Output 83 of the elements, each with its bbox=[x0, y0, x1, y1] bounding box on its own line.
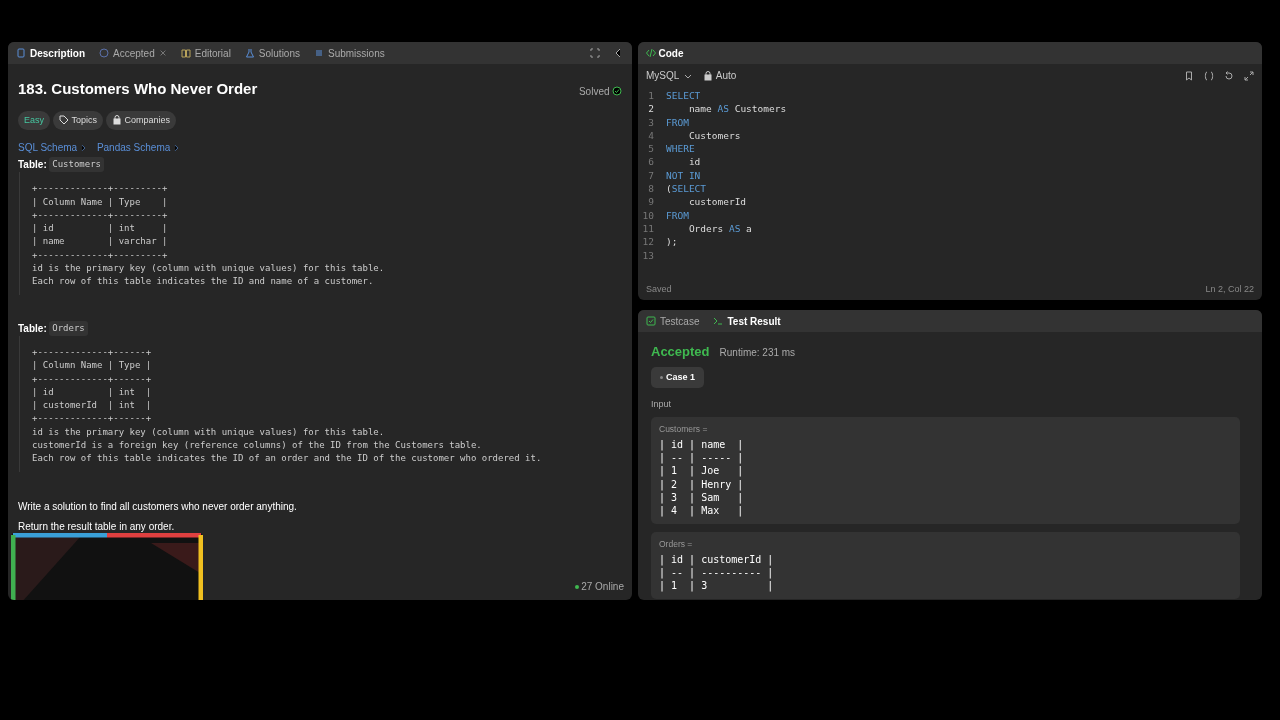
tab[interactable]: Accepted bbox=[99, 45, 167, 61]
line-number: 10 bbox=[641, 208, 655, 222]
code-line: SELECT bbox=[666, 90, 701, 101]
code-line: customerId bbox=[687, 196, 747, 208]
code-line: FROM bbox=[666, 116, 689, 128]
chevron-icon bbox=[79, 143, 87, 154]
line-number: 12 bbox=[641, 235, 655, 249]
checkbox-icon bbox=[646, 316, 656, 326]
code-line: (SELECT bbox=[666, 183, 707, 195]
description-text: Return the result table in any order. bbox=[18, 519, 176, 534]
schema-link[interactable]: Pandas Schema bbox=[96, 140, 181, 155]
line-number: 11 bbox=[641, 221, 655, 236]
problem-title: 183. Customers Who Never Order bbox=[18, 79, 258, 99]
tab[interactable]: Solutions bbox=[244, 45, 300, 61]
line-number: 9 bbox=[647, 195, 655, 209]
schema-link[interactable]: SQL Schema bbox=[18, 140, 87, 155]
code-line: name AS Customers bbox=[687, 103, 787, 115]
code-line: Customers bbox=[687, 129, 741, 141]
input-value: | id | name | | -- | ----- | | 1 | Joe | | 2 | Henry | | 3 | Sam | | 4 | Max | bbox=[659, 437, 745, 518]
reset-icon[interactable] bbox=[1224, 70, 1234, 81]
schema-text: +-------------+---------+ | Column Name | Type | +-------------+---------+ | id | int | | name | varchar | +-------------+---------+ id is the primary key (column with unique values) for this table. Each row of this table indicates the ID and name of a customer. bbox=[19, 172, 622, 295]
table-label: Table: bbox=[18, 321, 47, 336]
table-name: Customers bbox=[49, 157, 104, 173]
table-label: Table: bbox=[18, 158, 47, 173]
line-number: 13 bbox=[641, 248, 655, 262]
flask-icon bbox=[244, 48, 255, 58]
description-text: Write a solution to find all customers who never order anything. bbox=[18, 499, 298, 514]
save-status: Saved bbox=[646, 282, 672, 296]
braces-icon[interactable] bbox=[1204, 70, 1214, 81]
code-line: ); bbox=[666, 236, 678, 248]
line-number: 7 bbox=[647, 168, 655, 183]
tab[interactable]: Test Result bbox=[713, 313, 781, 329]
verdict: Accepted bbox=[651, 343, 710, 361]
code-line: id bbox=[687, 156, 701, 168]
expand-icon[interactable] bbox=[1244, 70, 1254, 81]
line-number: 8 bbox=[647, 182, 655, 196]
clock-icon bbox=[99, 48, 109, 58]
line-number: 5 bbox=[647, 142, 655, 156]
line-number: 6 bbox=[647, 155, 655, 169]
lock-icon bbox=[703, 70, 714, 81]
language-dropdown[interactable]: MySQL bbox=[646, 68, 694, 83]
expand-icon[interactable] bbox=[590, 48, 600, 58]
online-count: 27 Online bbox=[581, 580, 624, 594]
online-dot bbox=[574, 584, 579, 589]
code-line: NOT IN bbox=[666, 169, 701, 181]
tab[interactable]: Submissions bbox=[314, 45, 385, 61]
difficulty-badge: Easy bbox=[18, 110, 50, 130]
list-icon bbox=[314, 48, 324, 58]
document-icon bbox=[16, 48, 26, 58]
tab[interactable]: Editorial bbox=[180, 45, 231, 61]
lock-icon bbox=[111, 115, 122, 126]
schema-text: +-------------+------+ | Column Name | Type | +-------------+------+ | id | int | | customerId | int | +-------------+------+ id is the primary key (column with unique values) for this table. customerId is a foreign key (reference columns) of the ID from the Customers table. Each row of this table indicates the ID of an order and the ID of the customer who ordered it. bbox=[19, 335, 622, 472]
line-number: 1 bbox=[647, 89, 655, 103]
input-name: Orders = bbox=[659, 537, 694, 551]
close-icon[interactable] bbox=[158, 48, 167, 58]
topic-tag[interactable]: Topics bbox=[52, 110, 104, 130]
tab[interactable]: Testcase bbox=[646, 313, 700, 329]
bullet-icon bbox=[660, 375, 663, 379]
table-name: Orders bbox=[49, 320, 88, 336]
tag-icon bbox=[58, 115, 69, 126]
code-line: WHERE bbox=[666, 143, 695, 155]
line-number: 4 bbox=[647, 128, 655, 143]
code-line: FROM bbox=[666, 209, 689, 221]
topic-tag[interactable]: Companies bbox=[105, 110, 177, 130]
input-value: | id | customerId | | -- | ---------- | | 1 | 3 | bbox=[659, 552, 775, 593]
case-tab[interactable]: Case 1 bbox=[651, 366, 705, 388]
code-line: Orders AS a bbox=[687, 222, 752, 234]
bookmark-icon[interactable] bbox=[1184, 70, 1194, 81]
line-number: 2 bbox=[647, 102, 655, 116]
chevron-icon bbox=[173, 143, 181, 154]
check-icon bbox=[612, 86, 622, 97]
terminal-icon bbox=[713, 316, 724, 326]
auto-mode: Auto bbox=[703, 68, 737, 83]
line-number: 3 bbox=[647, 115, 655, 129]
input-name: Customers = bbox=[659, 422, 709, 436]
cursor-position: Ln 2, Col 22 bbox=[1205, 282, 1254, 296]
runtime: Runtime: 231 ms bbox=[719, 346, 796, 360]
tab[interactable]: Description bbox=[16, 45, 85, 61]
panel-title: Code bbox=[658, 46, 684, 61]
solved-status: Solved bbox=[578, 83, 622, 99]
book-icon bbox=[180, 48, 191, 58]
code-icon bbox=[646, 48, 656, 58]
input-label: Input bbox=[651, 398, 673, 411]
